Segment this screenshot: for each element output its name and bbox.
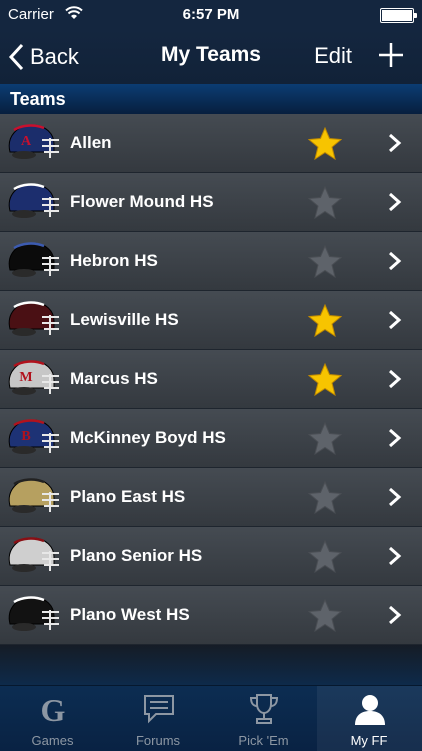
favorite-star-empty-icon[interactable] <box>308 540 342 573</box>
helmet-logo-letter: A <box>21 134 32 149</box>
edit-button[interactable]: Edit <box>314 43 352 69</box>
chevron-right-icon <box>389 488 402 506</box>
helmet-icon <box>8 478 59 513</box>
status-bar: Carrier 6:57 PM <box>0 0 422 30</box>
favorite-star-empty-icon[interactable] <box>308 245 342 278</box>
helmet-logo-letter: B <box>21 429 30 444</box>
team-row[interactable]: Plano East HS <box>0 468 422 527</box>
person-icon <box>354 695 385 725</box>
team-row[interactable]: Flower Mound HS <box>0 173 422 232</box>
favorite-star-filled-icon[interactable] <box>308 127 342 160</box>
helmet-icon <box>8 537 59 572</box>
team-name: Plano West HS <box>70 605 190 624</box>
add-button[interactable] <box>376 40 406 70</box>
chevron-right-icon <box>389 311 402 329</box>
helmet-icon: A <box>8 124 59 159</box>
svg-text:G: G <box>41 692 66 726</box>
chevron-right-icon <box>389 606 402 624</box>
g-logo-icon: G <box>41 692 66 726</box>
helmet-icon <box>8 242 59 277</box>
team-name: Allen <box>70 133 112 152</box>
team-row[interactable]: B McKinney Boyd HS <box>0 409 422 468</box>
tab-label: My FF <box>350 733 388 748</box>
favorite-star-empty-icon[interactable] <box>308 481 342 514</box>
team-name: Marcus HS <box>70 369 158 388</box>
tab-bar: G Games Forums Pick 'Em My FF <box>0 685 422 751</box>
tab-label: Games <box>31 733 74 748</box>
helmet-icon <box>8 596 59 631</box>
page-title: My Teams <box>161 43 261 66</box>
team-row[interactable]: Plano West HS <box>0 586 422 645</box>
team-name: Plano East HS <box>70 487 186 506</box>
chevron-right-icon <box>389 547 402 565</box>
clock: 6:57 PM <box>182 6 240 23</box>
favorite-star-filled-icon[interactable] <box>308 304 342 337</box>
team-row[interactable]: Lewisville HS <box>0 291 422 350</box>
team-name: Lewisville HS <box>70 310 179 329</box>
chevron-right-icon <box>389 193 402 211</box>
helmet-icon: B <box>8 419 59 454</box>
battery-icon <box>380 8 417 23</box>
helmet-logo-letter: M <box>19 370 32 385</box>
chevron-right-icon <box>389 134 402 152</box>
team-name: Flower Mound HS <box>70 192 214 211</box>
favorite-star-filled-icon[interactable] <box>308 363 342 396</box>
tab-pick-em[interactable]: Pick 'Em <box>211 686 316 751</box>
helmet-icon <box>8 301 59 336</box>
team-row[interactable]: Hebron HS <box>0 232 422 291</box>
helmet-icon: M <box>8 360 59 395</box>
chevron-right-icon <box>389 429 402 447</box>
team-name: Plano Senior HS <box>70 546 203 565</box>
tab-forums[interactable]: Forums <box>106 686 211 751</box>
team-row[interactable]: A Allen <box>0 114 422 173</box>
list-footer <box>0 645 422 685</box>
trophy-icon <box>249 694 279 724</box>
favorite-star-empty-icon[interactable] <box>308 186 342 219</box>
tab-label: Pick 'Em <box>238 733 289 748</box>
team-name: McKinney Boyd HS <box>70 428 226 447</box>
team-row[interactable]: Plano Senior HS <box>0 527 422 586</box>
team-list: A Allen Flower Mound HS Hebron HS Lewisville… <box>0 114 422 645</box>
tab-my-ff[interactable]: My FF <box>316 686 422 751</box>
favorite-star-empty-icon[interactable] <box>308 599 342 632</box>
chevron-right-icon <box>389 370 402 388</box>
favorite-star-empty-icon[interactable] <box>308 422 342 455</box>
chat-bubble-icon <box>143 695 174 724</box>
chevron-right-icon <box>389 252 402 270</box>
tab-label: Forums <box>135 733 181 748</box>
navigation-bar: Back My Teams Edit <box>0 30 422 84</box>
team-row[interactable]: M Marcus HS <box>0 350 422 409</box>
helmet-icon <box>8 183 59 218</box>
tab-games[interactable]: G Games <box>0 686 105 751</box>
team-name: Hebron HS <box>70 251 158 270</box>
section-header: Teams <box>0 84 422 114</box>
